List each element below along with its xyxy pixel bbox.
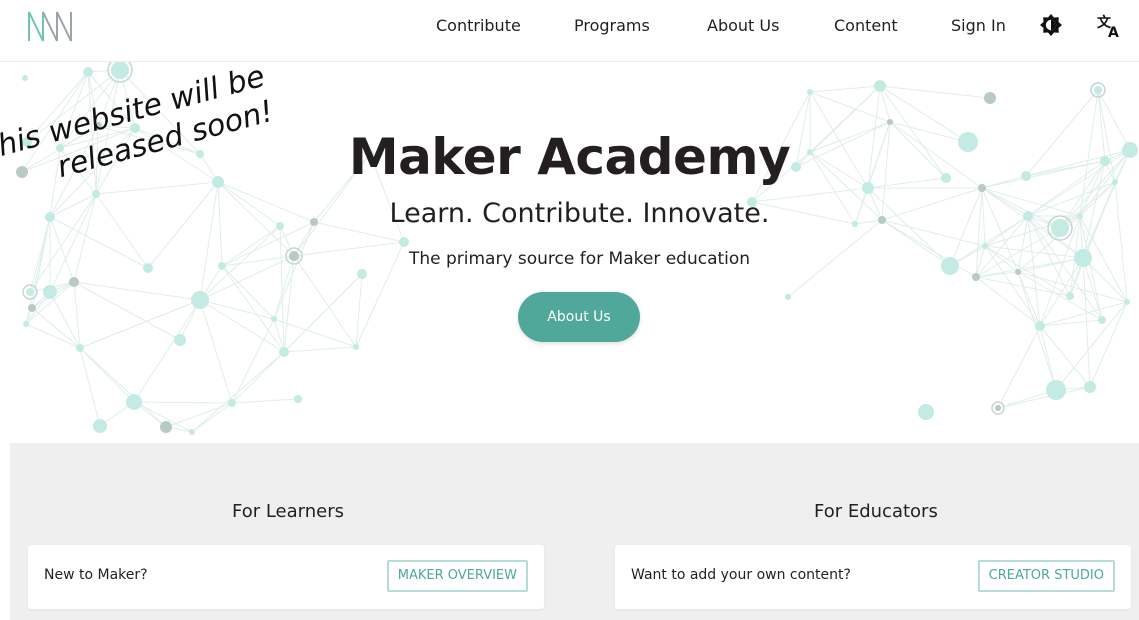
theme-toggle-icon[interactable] — [1039, 13, 1063, 37]
network-node — [191, 291, 209, 309]
network-node — [23, 321, 29, 327]
page: Contribute Programs About Us Content Sig… — [0, 0, 1139, 620]
network-node — [1015, 269, 1021, 275]
hero-about-us-button[interactable]: About Us — [518, 292, 640, 342]
network-node — [1084, 381, 1096, 393]
network-node — [294, 395, 302, 403]
network-node — [160, 421, 172, 433]
educators-card-text: Want to add your own content? — [631, 567, 851, 583]
network-node — [1035, 321, 1045, 331]
network-node — [399, 237, 409, 247]
network-node — [22, 75, 28, 81]
network-node — [995, 405, 1001, 411]
network-node — [1094, 86, 1102, 94]
network-node — [785, 294, 791, 300]
svg-text:A: A — [1108, 25, 1119, 39]
nav-content[interactable]: Content — [834, 14, 898, 38]
network-node — [228, 399, 236, 407]
network-node — [887, 119, 893, 125]
network-node — [28, 304, 36, 312]
network-node — [189, 429, 195, 435]
learners-card: New to Maker? MAKER OVERVIEW — [28, 545, 544, 609]
network-node — [353, 344, 359, 350]
maker-overview-button[interactable]: MAKER OVERVIEW — [386, 560, 528, 592]
nav-about-us[interactable]: About Us — [707, 14, 779, 38]
nav-sign-in[interactable]: Sign In — [951, 14, 1006, 38]
network-node — [26, 288, 34, 296]
network-node — [1066, 292, 1074, 300]
nav-contribute[interactable]: Contribute — [436, 14, 521, 38]
network-node — [92, 190, 100, 198]
creator-studio-button[interactable]: CREATOR STUDIO — [977, 560, 1115, 592]
network-node — [918, 404, 934, 420]
educators-card: Want to add your own content? CREATOR ST… — [615, 545, 1131, 609]
network-node — [1098, 316, 1106, 324]
network-node — [83, 67, 93, 77]
learners-card-text: New to Maker? — [44, 567, 148, 583]
maker-logo-icon[interactable] — [26, 8, 74, 44]
network-node — [984, 92, 996, 104]
top-navbar: Contribute Programs About Us Content Sig… — [0, 0, 1139, 62]
network-node — [1046, 380, 1066, 400]
translate-icon[interactable]: 文 A — [1096, 13, 1122, 39]
network-node — [972, 273, 980, 281]
network-node — [93, 419, 107, 433]
network-node — [174, 334, 186, 346]
network-node — [69, 277, 79, 287]
network-node — [1124, 299, 1130, 305]
network-node — [357, 269, 367, 279]
hero-tagline: The primary source for Maker education — [408, 249, 751, 269]
network-node — [279, 347, 289, 357]
for-learners-title: For Learners — [232, 501, 345, 522]
network-node — [126, 394, 142, 410]
audience-section: For Learners For Educators New to Maker?… — [10, 443, 1139, 620]
network-node — [271, 316, 277, 322]
network-node — [874, 80, 886, 92]
hero-subtitle: Learn. Contribute. Innovate. — [389, 198, 770, 229]
network-node — [807, 89, 813, 95]
nav-programs[interactable]: Programs — [574, 14, 650, 38]
for-educators-title: For Educators — [814, 501, 938, 522]
network-node — [43, 285, 57, 299]
network-node — [76, 344, 84, 352]
